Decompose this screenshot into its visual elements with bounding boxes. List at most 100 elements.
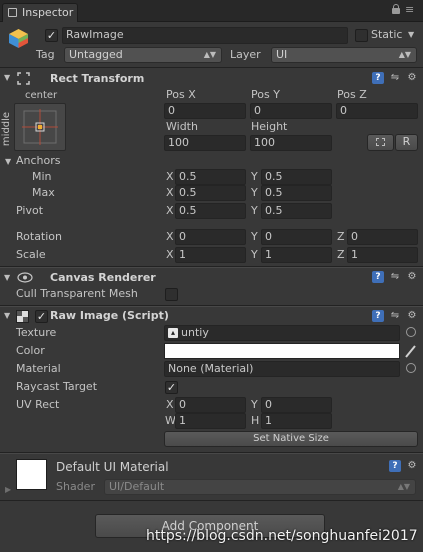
gear-icon[interactable]: ⚙	[406, 310, 418, 322]
max-label: Max	[32, 186, 55, 199]
component-title: Rect Transform	[50, 72, 145, 85]
width-input[interactable]: 100	[164, 135, 246, 151]
pos-y-label: Pos Y	[251, 88, 280, 101]
anchor-presets-button[interactable]	[14, 103, 66, 151]
raycast-checkbox[interactable]: ✓	[165, 381, 178, 394]
uv-h-input[interactable]: 1	[261, 413, 332, 429]
rot-y-axis: Y	[251, 230, 258, 243]
expand-arrow-icon[interactable]: ▶	[5, 484, 11, 496]
gameobject-icon	[8, 28, 29, 49]
raw-image-header[interactable]: ▼ ✓ Raw Image (Script) ? ⇋ ⚙	[0, 307, 423, 326]
anchor-side-label: middle	[1, 111, 13, 147]
menu-icon[interactable]: ≡	[405, 3, 414, 17]
width-label: Width	[166, 120, 198, 133]
color-label: Color	[16, 344, 45, 357]
eyedropper-icon[interactable]	[404, 343, 418, 359]
shader-dropdown[interactable]: UI/Default ▲▼	[104, 479, 416, 495]
cull-checkbox[interactable]	[165, 288, 178, 301]
expand-arrow-icon[interactable]: ▼	[5, 156, 11, 168]
uv-w-input[interactable]: 1	[175, 413, 246, 429]
preset-icon[interactable]: ⇋	[389, 72, 401, 84]
height-input[interactable]: 100	[250, 135, 332, 151]
scale-x-input[interactable]: 1	[175, 247, 246, 263]
tag-label: Tag	[36, 48, 55, 61]
help-icon[interactable]: ?	[389, 460, 401, 472]
lock-shackle	[393, 4, 399, 9]
min-x-axis: X	[166, 170, 174, 183]
pos-z-input[interactable]: 0	[336, 103, 418, 119]
help-icon[interactable]: ?	[372, 72, 384, 84]
max-y-axis: Y	[251, 186, 258, 199]
rot-z-input[interactable]: 0	[347, 229, 418, 245]
raycast-label: Raycast Target	[16, 380, 98, 393]
tag-dropdown[interactable]: Untagged ▲▼	[64, 47, 222, 63]
chevron-updown-icon: ▲▼	[398, 50, 411, 59]
tab-inspector[interactable]: Inspector	[2, 3, 78, 22]
rot-x-axis: X	[166, 230, 174, 243]
layer-dropdown[interactable]: UI ▲▼	[271, 47, 417, 63]
static-dropdown-icon[interactable]: ▼	[408, 28, 414, 42]
pos-y-input[interactable]: 0	[250, 103, 332, 119]
scale-z-input[interactable]: 1	[347, 247, 418, 263]
preset-icon[interactable]: ⇋	[389, 271, 401, 283]
gear-icon[interactable]: ⚙	[406, 72, 418, 84]
help-icon[interactable]: ?	[372, 271, 384, 283]
static-checkbox[interactable]	[355, 29, 368, 42]
material-label: Material	[16, 362, 61, 375]
layer-value: UI	[276, 48, 288, 61]
component-title: Canvas Renderer	[50, 271, 156, 284]
pos-x-input[interactable]: 0	[164, 103, 246, 119]
rot-z-axis: Z	[337, 230, 345, 243]
shader-label: Shader	[56, 480, 95, 493]
blueprint-mode-button[interactable]	[367, 134, 394, 151]
chevron-updown-icon: ▲▼	[203, 50, 216, 59]
eye-icon	[17, 271, 33, 284]
scale-y-axis: Y	[251, 248, 258, 261]
raw-edit-button[interactable]: R	[395, 134, 418, 151]
pivot-x-axis: X	[166, 204, 174, 217]
component-title: Raw Image (Script)	[50, 309, 169, 322]
anchors-label: Anchors	[16, 154, 61, 167]
collapse-arrow-icon: ▼	[4, 73, 11, 82]
rect-transform-icon	[17, 72, 30, 85]
max-x-input[interactable]: 0.5	[175, 185, 246, 201]
max-y-input[interactable]: 0.5	[261, 185, 332, 201]
gear-icon[interactable]: ⚙	[406, 271, 418, 283]
pivot-y-axis: Y	[251, 204, 258, 217]
texture-asset-icon: ▴	[168, 328, 178, 338]
scale-z-axis: Z	[337, 248, 345, 261]
object-name-input[interactable]: RawImage	[62, 27, 348, 44]
active-checkbox[interactable]: ✓	[45, 29, 58, 42]
scale-y-input[interactable]: 1	[261, 247, 332, 263]
object-picker-icon[interactable]	[406, 363, 416, 373]
uv-y-axis: Y	[251, 398, 258, 411]
min-x-input[interactable]: 0.5	[175, 169, 246, 185]
blueprint-icon	[376, 138, 385, 146]
uv-y-input[interactable]: 0	[261, 397, 332, 413]
pivot-x-input[interactable]: 0.5	[175, 203, 246, 219]
tab-label: Inspector	[22, 6, 74, 19]
canvas-renderer-header[interactable]: ▼ Canvas Renderer ? ⇋ ⚙	[0, 268, 423, 288]
material-field[interactable]: None (Material)	[164, 361, 400, 377]
texture-field[interactable]: ▴ untiy	[164, 325, 400, 341]
uv-x-axis: X	[166, 398, 174, 411]
material-title: Default UI Material	[56, 460, 169, 474]
color-swatch[interactable]	[164, 343, 400, 359]
pos-z-label: Pos Z	[337, 88, 367, 101]
set-native-size-button[interactable]: Set Native Size	[164, 431, 418, 447]
rot-y-input[interactable]: 0	[261, 229, 332, 245]
pivot-y-input[interactable]: 0.5	[261, 203, 332, 219]
uv-x-input[interactable]: 0	[175, 397, 246, 413]
rect-transform-header[interactable]: ▼ Rect Transform ? ⇋ ⚙	[0, 68, 423, 89]
help-icon[interactable]: ?	[372, 310, 384, 322]
raw-image-enabled-checkbox[interactable]: ✓	[35, 310, 48, 323]
uvrect-label: UV Rect	[16, 398, 60, 411]
preset-icon[interactable]: ⇋	[389, 310, 401, 322]
texture-value: untiy	[181, 326, 209, 339]
rot-x-input[interactable]: 0	[175, 229, 246, 245]
object-picker-icon[interactable]	[406, 327, 416, 337]
min-y-input[interactable]: 0.5	[261, 169, 332, 185]
chevron-updown-icon: ▲▼	[397, 482, 410, 491]
anchor-top-label: center	[25, 90, 58, 101]
gear-icon[interactable]: ⚙	[406, 460, 418, 472]
